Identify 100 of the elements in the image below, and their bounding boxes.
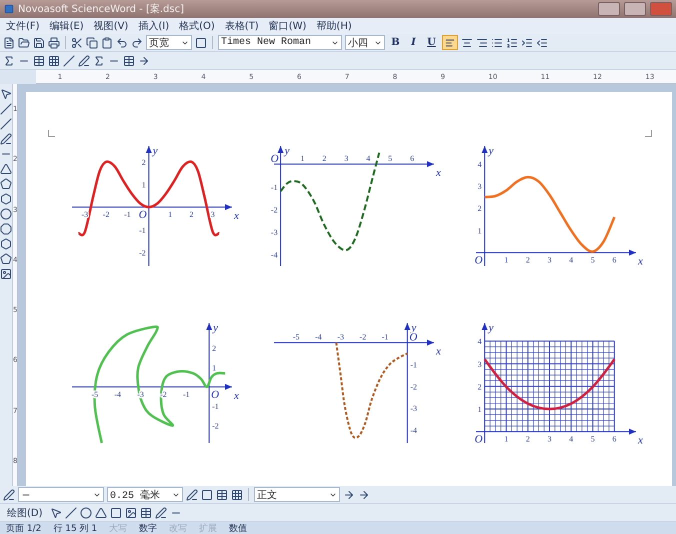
sigma-icon[interactable] bbox=[93, 54, 105, 66]
tick-label: -2 bbox=[103, 210, 110, 220]
sum-icon[interactable] bbox=[3, 54, 15, 66]
frame-icon[interactable] bbox=[195, 36, 207, 48]
maximize-button[interactable] bbox=[624, 2, 646, 16]
minimize-button[interactable] bbox=[598, 2, 620, 16]
style-dropdown[interactable]: 正文 bbox=[254, 487, 340, 502]
triangle-icon[interactable] bbox=[0, 163, 12, 175]
pointer-icon[interactable] bbox=[50, 506, 62, 518]
line-icon[interactable] bbox=[64, 506, 77, 518]
menu-item[interactable]: 窗口(W) bbox=[268, 19, 306, 33]
circle-icon[interactable] bbox=[80, 506, 92, 518]
origin-label: O bbox=[139, 209, 148, 222]
zoom-dropdown[interactable]: 页宽 bbox=[146, 35, 192, 50]
table-icon[interactable] bbox=[140, 506, 152, 518]
border-icon[interactable] bbox=[201, 488, 213, 500]
octagon-icon[interactable] bbox=[0, 223, 12, 235]
tick-label: -1 bbox=[382, 332, 389, 342]
numbered-list-icon[interactable] bbox=[506, 36, 518, 48]
tick-label: 1 bbox=[478, 405, 482, 414]
triangle-icon[interactable] bbox=[94, 506, 107, 518]
italic-button[interactable]: I bbox=[406, 35, 421, 50]
tick-label: 1 bbox=[300, 154, 305, 164]
pentagon-icon[interactable] bbox=[0, 253, 12, 265]
new-file-icon[interactable] bbox=[3, 36, 15, 48]
redo-icon[interactable] bbox=[131, 36, 143, 48]
arrow-icon[interactable] bbox=[358, 488, 370, 500]
tick-label: 2 bbox=[478, 382, 482, 392]
tick-label: 5 bbox=[591, 256, 596, 265]
cut-icon[interactable] bbox=[71, 36, 83, 48]
menu-item[interactable]: 表格(T) bbox=[224, 19, 259, 33]
line-width-dropdown[interactable]: 0.25 毫米 bbox=[107, 487, 183, 502]
folder-icon[interactable] bbox=[18, 36, 30, 48]
pen-icon[interactable] bbox=[3, 488, 15, 500]
tick-label: -4 bbox=[316, 332, 322, 342]
line-icon[interactable] bbox=[0, 103, 12, 115]
align-center-icon[interactable] bbox=[461, 36, 473, 48]
pen-icon[interactable] bbox=[0, 133, 12, 145]
pentagon-icon[interactable] bbox=[0, 178, 12, 190]
indent-icon[interactable] bbox=[521, 36, 533, 48]
align-right-icon[interactable] bbox=[476, 36, 488, 48]
save-icon[interactable] bbox=[33, 36, 45, 48]
tick-label: 3 bbox=[478, 182, 482, 191]
thick-line-icon[interactable] bbox=[0, 118, 12, 130]
tick-label: -3 bbox=[410, 404, 418, 414]
arrow-icon[interactable] bbox=[138, 54, 150, 66]
status-item: 数值 bbox=[229, 522, 248, 534]
axis-label: y bbox=[153, 145, 158, 157]
menu-item[interactable]: 格式(O) bbox=[179, 19, 215, 33]
matrix-icon[interactable] bbox=[33, 54, 45, 66]
axis-label: y bbox=[489, 145, 494, 157]
tick-label: 1 bbox=[212, 364, 217, 373]
menu-item[interactable]: 插入(I) bbox=[138, 19, 170, 33]
tick-label: 4 bbox=[570, 256, 574, 265]
tick-label: 1 bbox=[142, 180, 146, 190]
tick-label: 2 bbox=[322, 154, 327, 164]
tick-label: 6 bbox=[612, 434, 617, 444]
tick-label: 4 bbox=[570, 434, 574, 444]
arrow-icon[interactable] bbox=[343, 488, 355, 500]
pen-icon[interactable] bbox=[78, 54, 90, 66]
pen-icon[interactable] bbox=[186, 488, 198, 500]
font-dropdown[interactable]: Times New Roman bbox=[218, 35, 342, 50]
outdent-icon[interactable] bbox=[536, 36, 548, 48]
corner-mark bbox=[48, 130, 56, 137]
image-icon[interactable] bbox=[124, 506, 137, 518]
underline-button[interactable]: U bbox=[424, 35, 439, 50]
printer-icon[interactable] bbox=[48, 36, 60, 48]
hexagon-icon[interactable] bbox=[0, 193, 12, 205]
bold-button[interactable]: B bbox=[388, 35, 403, 50]
rectangle-icon[interactable] bbox=[110, 506, 122, 518]
table-icon[interactable] bbox=[216, 488, 228, 500]
axis-label: y bbox=[489, 322, 494, 334]
tick-label: -1 bbox=[410, 360, 418, 370]
pen-icon[interactable] bbox=[154, 506, 167, 518]
copy-icon[interactable] bbox=[86, 36, 98, 48]
hexagon-icon[interactable] bbox=[0, 238, 12, 250]
tick-label: 3 bbox=[478, 360, 482, 369]
menu-item[interactable]: 帮助(H) bbox=[316, 19, 352, 33]
menu-item[interactable]: 视图(V) bbox=[94, 19, 128, 33]
pointer-icon[interactable] bbox=[0, 88, 12, 100]
menu-item[interactable]: 文件(F) bbox=[6, 19, 40, 33]
axis-label: x bbox=[638, 434, 644, 447]
grid-icon[interactable] bbox=[231, 488, 243, 500]
slash-icon[interactable] bbox=[63, 54, 75, 66]
image-icon[interactable] bbox=[0, 268, 12, 280]
tick-label: -1 bbox=[183, 390, 190, 399]
clipboard-icon[interactable] bbox=[101, 36, 113, 48]
tick-label: 6 bbox=[612, 256, 617, 265]
grid-icon[interactable] bbox=[48, 54, 60, 66]
menu-item[interactable]: 编辑(E) bbox=[50, 19, 84, 33]
tick-label: -5 bbox=[293, 332, 300, 342]
font-size-dropdown[interactable]: 小四 bbox=[345, 35, 385, 50]
draw-menu[interactable]: 绘图(D) bbox=[3, 506, 47, 520]
axis-label: x bbox=[234, 210, 240, 222]
undo-icon[interactable] bbox=[116, 36, 128, 48]
highlight-button[interactable] bbox=[442, 35, 458, 50]
table-icon[interactable] bbox=[123, 54, 135, 66]
tick-label: -1 bbox=[212, 402, 220, 412]
tick-label: -3 bbox=[338, 332, 344, 342]
circle-icon[interactable] bbox=[0, 208, 12, 220]
